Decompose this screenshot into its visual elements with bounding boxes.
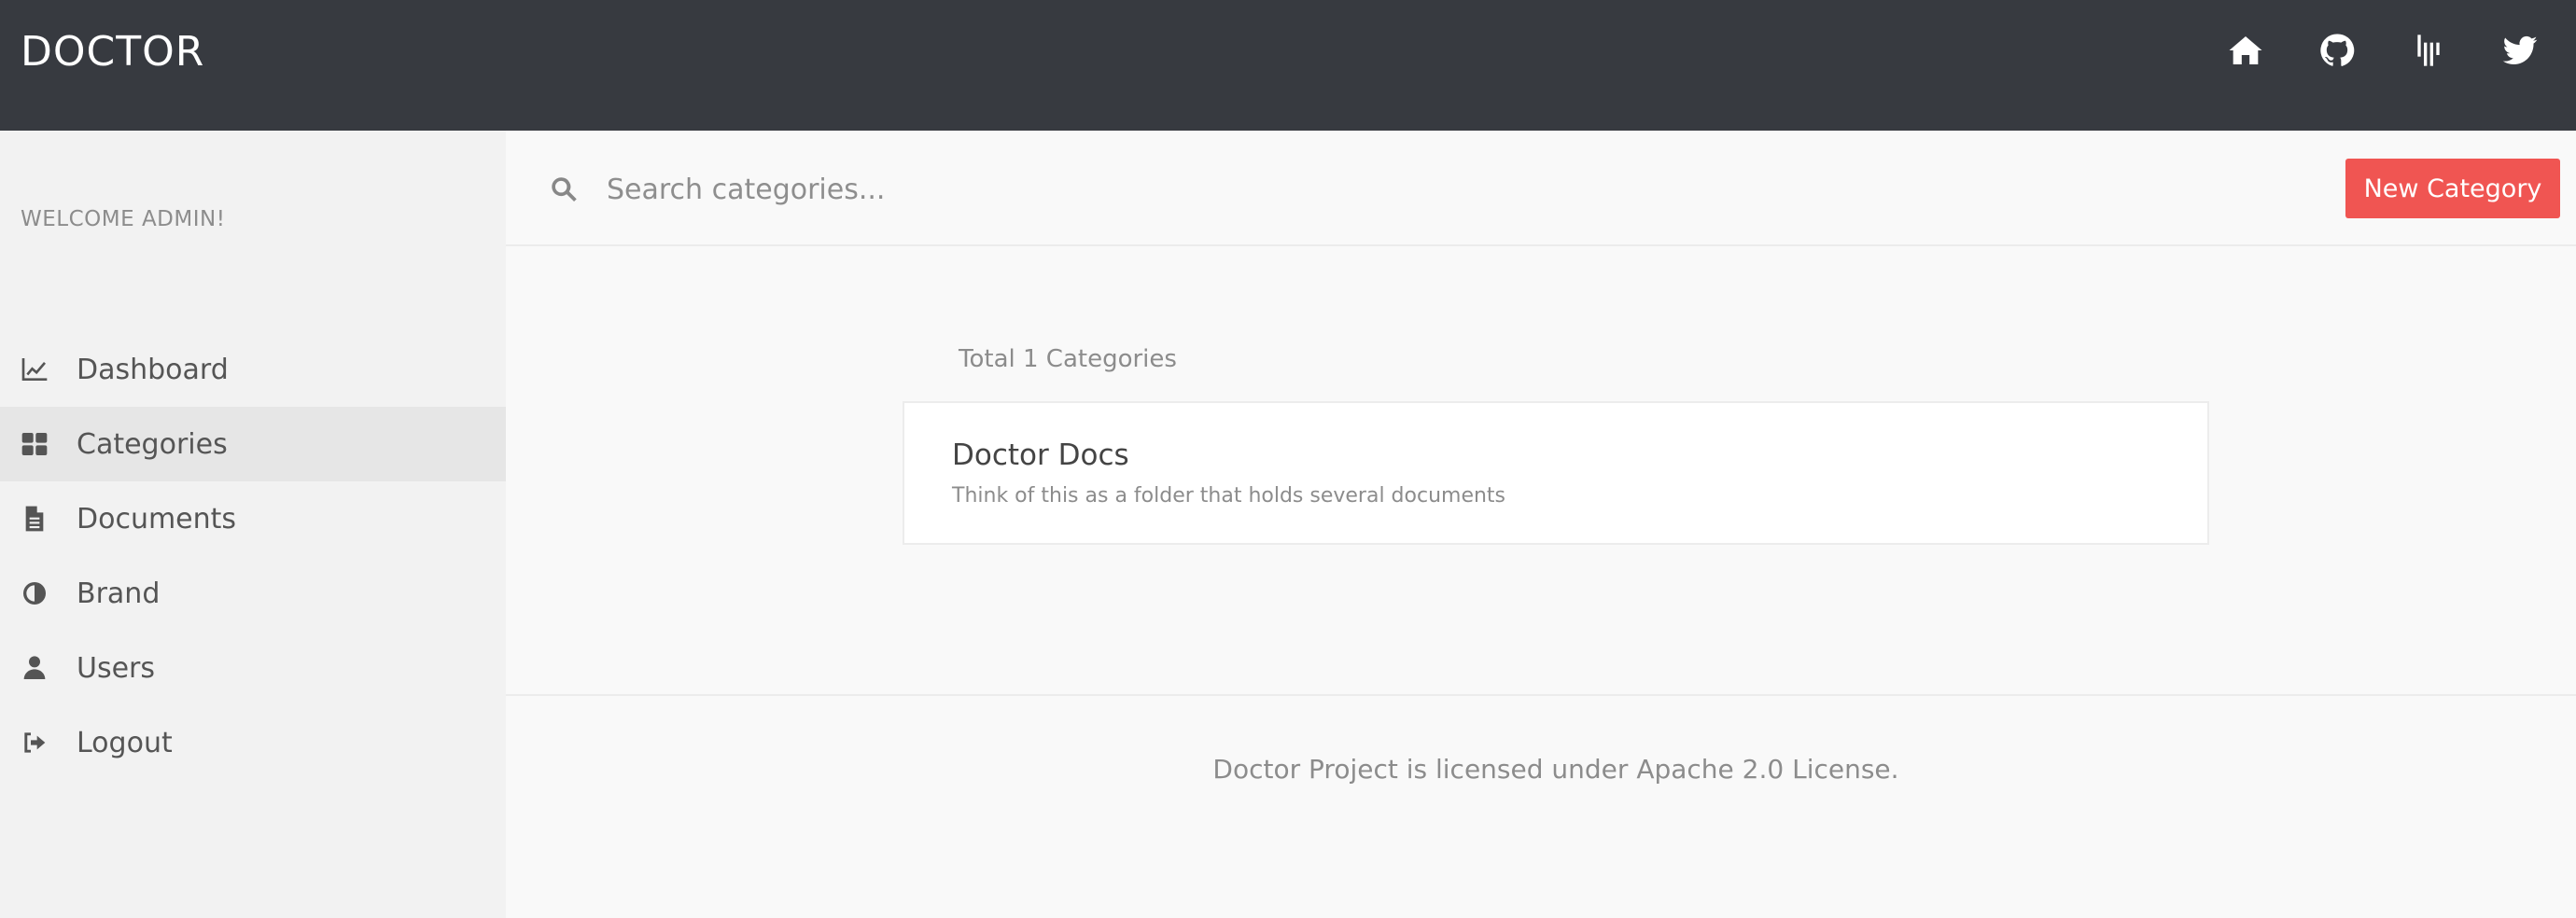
sidebar: WELCOME ADMIN! Dashboard Categories Docu… — [0, 131, 506, 918]
search-input[interactable] — [607, 166, 1820, 213]
contrast-icon — [19, 577, 50, 609]
sidebar-item-label: Documents — [77, 502, 237, 536]
category-title[interactable]: Doctor Docs — [952, 438, 1129, 472]
chart-line-icon — [19, 354, 50, 385]
sidebar-item-brand[interactable]: Brand — [0, 556, 506, 631]
gitter-icon[interactable] — [2410, 32, 2447, 69]
sidebar-item-users[interactable]: Users — [0, 631, 506, 705]
sidebar-item-label: Brand — [77, 577, 161, 610]
category-card[interactable]: Doctor Docs Think of this as a folder th… — [903, 401, 2209, 545]
sidebar-item-label: Dashboard — [77, 353, 229, 386]
top-icon-group — [2227, 32, 2539, 69]
home-icon[interactable] — [2227, 32, 2264, 69]
footer-license-text: Doctor Project is licensed under Apache … — [1212, 754, 1899, 785]
document-icon — [19, 503, 50, 535]
total-categories-count: Total 1 Categories — [959, 345, 1177, 373]
search-icon — [548, 174, 580, 205]
sidebar-item-logout[interactable]: Logout — [0, 705, 506, 780]
brand-logo[interactable]: DOCTOR — [21, 28, 204, 76]
grid-icon — [19, 428, 50, 460]
sidebar-item-label: Logout — [77, 726, 173, 759]
welcome-text: WELCOME ADMIN! — [21, 207, 226, 231]
sidebar-item-label: Users — [77, 651, 156, 685]
search-bar — [506, 131, 2576, 246]
sidebar-item-categories[interactable]: Categories — [0, 407, 506, 481]
github-icon[interactable] — [2318, 32, 2356, 69]
sidebar-item-documents[interactable]: Documents — [0, 481, 506, 556]
new-category-button[interactable]: New Category — [2345, 159, 2560, 218]
category-description: Think of this as a folder that holds sev… — [952, 484, 1506, 508]
sidebar-item-dashboard[interactable]: Dashboard — [0, 332, 506, 407]
twitter-icon[interactable] — [2501, 32, 2539, 69]
footer-divider — [506, 694, 2576, 696]
logout-icon — [19, 727, 50, 758]
top-navbar: DOCTOR — [0, 0, 2576, 131]
sidebar-item-label: Categories — [77, 427, 228, 461]
user-icon — [19, 652, 50, 684]
